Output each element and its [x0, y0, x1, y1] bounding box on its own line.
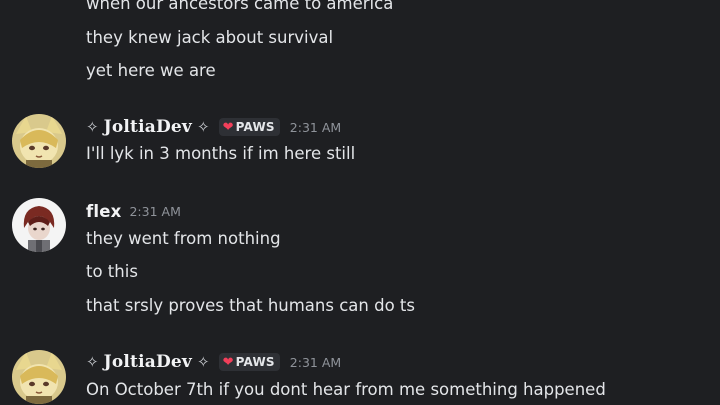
server-tag[interactable]: ❤ PAWS — [218, 118, 280, 136]
message-header: ✧ JoltiaDev ✧ ❤ PAWS 2:31 AM — [86, 351, 341, 373]
sparkle-icon: ✧ — [86, 353, 99, 371]
timestamp: 2:31 AM — [129, 203, 181, 219]
heart-icon: ❤ — [222, 119, 234, 135]
username[interactable]: flex — [86, 202, 121, 221]
message-line: On October 7th if you dont hear from me … — [86, 380, 606, 399]
avatar[interactable] — [12, 350, 66, 404]
timestamp: 2:31 AM — [289, 119, 342, 135]
message-header: ✧ JoltiaDev ✧ ❤ PAWS 2:31 AM — [86, 116, 341, 138]
message-line: yet here we are — [86, 61, 216, 80]
message-line: they knew jack about survival — [86, 28, 334, 47]
server-tag-label: PAWS — [235, 355, 275, 369]
heart-icon: ❤ — [222, 354, 234, 370]
sparkle-icon: ✧ — [86, 118, 99, 136]
message-line: I'll lyk in 3 months if im here still — [86, 144, 356, 163]
server-tag-label: PAWS — [235, 120, 275, 134]
message-line: when our ancestors came to america — [86, 0, 394, 13]
chat-message-list[interactable]: when our ancestors came to america they … — [0, 0, 720, 405]
message-line: they went from nothing — [86, 229, 281, 248]
message-line: to this — [86, 262, 138, 281]
avatar[interactable] — [12, 198, 66, 252]
sparkle-icon: ✧ — [196, 353, 210, 371]
sparkle-icon: ✧ — [196, 118, 210, 136]
server-tag[interactable]: ❤ PAWS — [218, 353, 280, 371]
avatar[interactable] — [12, 114, 66, 168]
username[interactable]: JoltiaDev — [104, 352, 192, 372]
username[interactable]: JoltiaDev — [104, 117, 192, 137]
message-line: that srsly proves that humans can do ts — [86, 296, 415, 315]
message-header: flex 2:31 AM — [86, 200, 181, 222]
timestamp: 2:31 AM — [289, 354, 342, 370]
